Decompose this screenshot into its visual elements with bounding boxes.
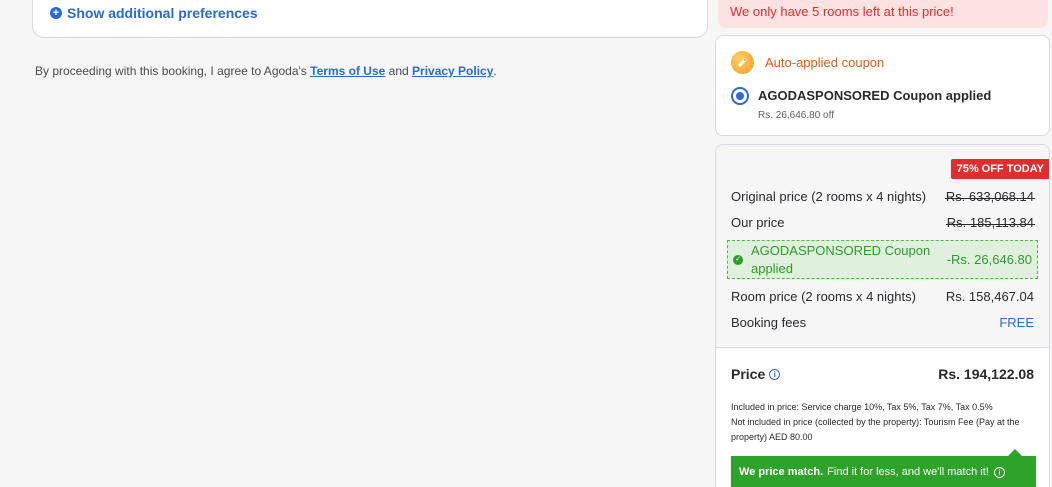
- total-price-row: Price i Rs. 194,122.08: [731, 366, 1034, 382]
- booking-fees-value: FREE: [999, 315, 1034, 330]
- tax-note: Included in price: Service charge 10%, T…: [731, 400, 1034, 445]
- check-circle-icon: ✓: [733, 254, 743, 265]
- price-match-text: Find it for less, and we'll match it!: [827, 466, 989, 478]
- coupon-title: AGODASPONSORED Coupon applied: [758, 88, 992, 103]
- coupon-applied-row: ✓ AGODASPONSORED Coupon applied -Rs. 26,…: [727, 240, 1038, 279]
- show-additional-preferences-label: Show additional preferences: [67, 5, 258, 21]
- discount-badge: 75% OFF TODAY: [950, 159, 1049, 179]
- total-price-label-group: Price i: [731, 366, 781, 382]
- total-price-section: Price i Rs. 194,122.08 Included in price…: [716, 347, 1049, 487]
- privacy-policy-link[interactable]: Privacy Policy: [412, 64, 493, 78]
- scarcity-message: We only have 5 rooms left at this price!: [730, 4, 954, 19]
- our-price-value: Rs. 185,113.84: [945, 215, 1036, 230]
- auto-applied-coupon-label: Auto-applied coupon: [765, 55, 885, 70]
- terms-of-use-link[interactable]: Terms of Use: [310, 64, 385, 78]
- room-price-value: Rs. 158,467.04: [945, 289, 1034, 304]
- terms-and-text: and: [388, 64, 409, 78]
- preferences-card: + Show additional preferences: [32, 0, 708, 38]
- booking-fees-row: Booking fees FREE: [731, 315, 1034, 330]
- included-note: Included in price: Service charge 10%, T…: [731, 402, 993, 412]
- room-price-row: Room price (2 rooms x 4 nights) Rs. 158,…: [731, 289, 1034, 304]
- price-match-banner[interactable]: We price match. Find it for less, and we…: [731, 449, 1036, 487]
- show-additional-preferences-link[interactable]: + Show additional preferences: [50, 5, 258, 21]
- terms-agreement: By proceeding with this booking, I agree…: [35, 64, 497, 78]
- coupon-discount: Rs. 26,646.80 off: [758, 110, 834, 121]
- room-price-label: Room price (2 rooms x 4 nights): [731, 289, 916, 304]
- coupon-radio[interactable]: [731, 87, 749, 105]
- terms-suffix: .: [493, 64, 497, 78]
- coupon-header: Auto-applied coupon: [731, 51, 884, 74]
- scarcity-alert: We only have 5 rooms left at this price!: [718, 0, 1048, 28]
- price-match-info-icon[interactable]: i: [993, 466, 1005, 478]
- total-price-value: Rs. 194,122.08: [938, 366, 1034, 382]
- price-breakdown-card: 75% OFF TODAY Original price (2 rooms x …: [715, 144, 1050, 487]
- plus-circle-icon: +: [50, 7, 62, 19]
- coupon-applied-value: -Rs. 26,646.80: [946, 252, 1032, 267]
- our-price-row: Our price Rs. 185,113.84: [731, 215, 1036, 230]
- our-price-label: Our price: [731, 215, 785, 230]
- booking-fees-label: Booking fees: [731, 315, 807, 330]
- original-price-label: Original price (2 rooms x 4 nights): [731, 189, 927, 204]
- terms-prefix: By proceeding with this booking, I agree…: [35, 64, 307, 78]
- coupon-option[interactable]: AGODASPONSORED Coupon applied Rs. 26,646…: [731, 87, 992, 121]
- not-included-note: Not included in price (collected by the …: [731, 417, 1020, 442]
- original-price-value: Rs. 633,068.14: [944, 189, 1036, 204]
- info-icon[interactable]: i: [769, 368, 781, 380]
- coupon-tag-icon: [731, 51, 754, 74]
- coupon-applied-label: AGODASPONSORED Coupon applied: [751, 242, 931, 276]
- original-price-row: Original price (2 rooms x 4 nights) Rs. …: [731, 189, 1036, 204]
- coupon-card: Auto-applied coupon AGODASPONSORED Coupo…: [715, 35, 1050, 136]
- total-price-label: Price: [731, 366, 766, 382]
- price-match-bold: We price match.: [739, 466, 824, 478]
